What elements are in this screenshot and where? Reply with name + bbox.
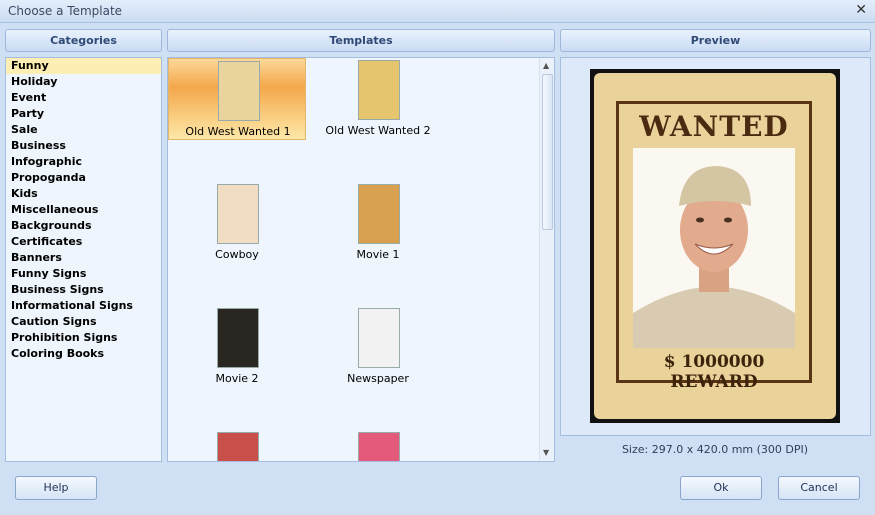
template-label: Cowboy	[215, 248, 259, 261]
template-item[interactable]: Newspaper	[309, 306, 447, 388]
category-item[interactable]: Party	[6, 106, 161, 122]
category-item[interactable]: Kids	[6, 186, 161, 202]
category-item[interactable]: Event	[6, 90, 161, 106]
template-thumbnail	[358, 308, 400, 368]
template-item[interactable]: Cowboy	[168, 182, 306, 264]
category-item[interactable]: Propoganda	[6, 170, 161, 186]
category-item[interactable]: Caution Signs	[6, 314, 161, 330]
template-thumbnail	[358, 184, 400, 244]
preview-image: WANTED $ 1000000 REWARD	[590, 69, 840, 423]
template-item[interactable]	[309, 430, 447, 461]
category-item[interactable]: Sale	[6, 122, 161, 138]
template-thumbnail	[358, 432, 400, 461]
template-thumbnail	[217, 308, 259, 368]
category-item[interactable]: Coloring Books	[6, 346, 161, 362]
category-item[interactable]: Prohibition Signs	[6, 330, 161, 346]
help-button[interactable]: Help	[15, 476, 97, 500]
template-thumbnail	[358, 60, 400, 120]
template-label: Old West Wanted 2	[325, 124, 431, 137]
scroll-up-icon[interactable]: ▲	[543, 61, 549, 70]
category-item[interactable]: Business Signs	[6, 282, 161, 298]
category-item[interactable]: Business	[6, 138, 161, 154]
category-item[interactable]: Funny Signs	[6, 266, 161, 282]
categories-header: Categories	[5, 29, 162, 52]
cancel-button[interactable]: Cancel	[778, 476, 860, 500]
template-label: Movie 1	[356, 248, 400, 261]
templates-header: Templates	[167, 29, 555, 52]
scroll-down-icon[interactable]: ▼	[543, 448, 549, 457]
template-label: Newspaper	[347, 372, 409, 385]
poster-photo	[633, 148, 795, 348]
template-label: Movie 2	[215, 372, 259, 385]
templates-scrollbar[interactable]: ▲ ▼	[539, 58, 554, 460]
category-item[interactable]: Infographic	[6, 154, 161, 170]
category-item[interactable]: Miscellaneous	[6, 202, 161, 218]
template-item[interactable]: Movie 1	[309, 182, 447, 264]
categories-list[interactable]: Funny Holiday Event Party Sale Business Infogr…	[5, 57, 162, 462]
close-icon[interactable]: ✕	[855, 2, 867, 18]
template-label: Old West Wanted 1	[185, 125, 291, 138]
ok-button[interactable]: Ok	[680, 476, 762, 500]
template-thumbnail	[218, 61, 260, 121]
template-thumbnail	[217, 184, 259, 244]
template-item[interactable]: Movie 2	[168, 306, 306, 388]
category-item[interactable]: Informational Signs	[6, 298, 161, 314]
category-item[interactable]: Holiday	[6, 74, 161, 90]
category-item[interactable]: Backgrounds	[6, 218, 161, 234]
template-item[interactable]: Old West Wanted 1	[168, 58, 306, 140]
template-item[interactable]: Old West Wanted 2	[309, 58, 447, 140]
templates-grid[interactable]: Newspaper Movie 2 Movie 1 Cowboy Old West Wa…	[167, 57, 555, 462]
poster-heading: WANTED	[639, 110, 789, 143]
window-title: Choose a Template	[8, 4, 123, 18]
size-info: Size: 297.0 x 420.0 mm (300 DPI)	[621, 443, 809, 456]
scrollbar-thumb[interactable]	[542, 74, 553, 230]
category-item[interactable]: Banners	[6, 250, 161, 266]
template-item[interactable]	[168, 430, 306, 461]
category-item[interactable]: Funny	[6, 58, 161, 74]
category-item[interactable]: Certificates	[6, 234, 161, 250]
poster-reward: $ 1000000 REWARD	[663, 352, 765, 392]
preview-header: Preview	[560, 29, 871, 52]
title-bar: Choose a Template ✕	[0, 0, 875, 23]
template-thumbnail	[217, 432, 259, 461]
